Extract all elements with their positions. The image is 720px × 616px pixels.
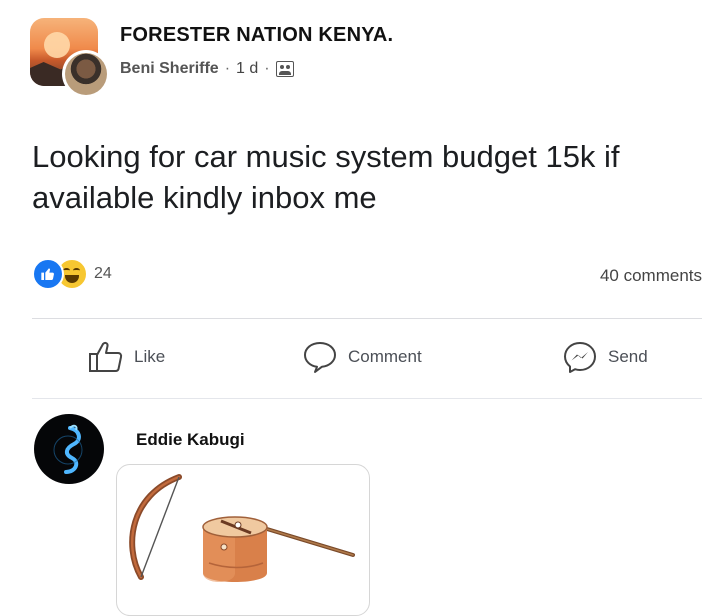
author-photo bbox=[65, 53, 107, 95]
post-text: Looking for car music system budget 15k … bbox=[32, 139, 620, 215]
like-button[interactable]: Like bbox=[88, 340, 165, 374]
comments-count[interactable]: 40 comments bbox=[600, 266, 702, 286]
send-label: Send bbox=[608, 347, 648, 366]
messenger-icon bbox=[564, 342, 596, 373]
comment-label: Comment bbox=[348, 347, 422, 366]
sunset-sun bbox=[44, 32, 70, 58]
send-button[interactable]: Send bbox=[562, 340, 648, 374]
comment-attachment-image[interactable] bbox=[116, 464, 370, 616]
post-time[interactable]: 1 d bbox=[236, 60, 258, 78]
commenter-avatar[interactable] bbox=[34, 414, 104, 484]
group-members-icon bbox=[275, 61, 294, 77]
meta-separator: · bbox=[224, 60, 231, 77]
divider bbox=[32, 318, 702, 319]
reactions-summary[interactable]: 24 bbox=[32, 258, 112, 290]
like-reaction-icon bbox=[32, 258, 64, 290]
post-meta: Beni Sheriffe · 1 d · bbox=[120, 60, 294, 78]
commenter-name[interactable]: Eddie Kabugi bbox=[136, 430, 245, 450]
meta-separator: · bbox=[264, 60, 270, 77]
bow-and-drum-illustration bbox=[129, 474, 355, 582]
like-label: Like bbox=[134, 347, 166, 366]
like-icon bbox=[89, 341, 123, 372]
dragon-avatar-icon bbox=[53, 424, 83, 474]
group-name[interactable]: FORESTER NATION KENYA. bbox=[120, 24, 393, 47]
author-avatar[interactable] bbox=[62, 50, 110, 98]
comment-icon bbox=[304, 342, 336, 373]
author-name[interactable]: Beni Sheriffe bbox=[120, 60, 219, 78]
comment-button[interactable]: Comment bbox=[302, 340, 422, 374]
reaction-count: 24 bbox=[94, 265, 112, 282]
divider bbox=[32, 398, 702, 399]
